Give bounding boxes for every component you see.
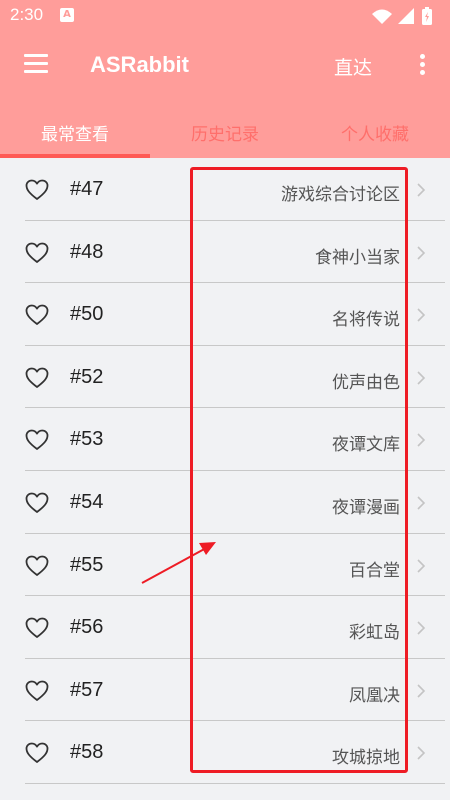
chevron-right-icon xyxy=(416,745,426,761)
vertical-dots-icon[interactable] xyxy=(410,50,434,80)
signal-icon xyxy=(372,9,392,24)
tab-history[interactable]: 历史记录 xyxy=(150,120,300,145)
status-bar: 2:30 A xyxy=(0,0,450,32)
chevron-right-icon xyxy=(416,558,426,574)
item-number: #47 xyxy=(70,178,104,200)
heart-outline-icon[interactable] xyxy=(25,179,49,201)
item-number: #57 xyxy=(70,678,104,701)
item-number: #56 xyxy=(70,616,104,639)
item-number: #50 xyxy=(70,303,104,326)
list-item[interactable]: #54 夜谭漫画 xyxy=(0,471,450,534)
heart-outline-icon[interactable] xyxy=(25,367,49,389)
item-number: #58 xyxy=(70,741,104,764)
chevron-right-icon xyxy=(416,307,426,323)
chevron-right-icon xyxy=(416,370,426,386)
list-item[interactable]: #55 百合堂 xyxy=(0,534,450,597)
list-item[interactable]: #56 彩虹岛 xyxy=(0,596,450,659)
heart-outline-icon[interactable] xyxy=(25,680,49,702)
direct-button[interactable]: 直达 xyxy=(334,53,372,80)
item-number: #52 xyxy=(70,365,104,388)
list-item[interactable]: #48 食神小当家 xyxy=(0,221,450,284)
heart-outline-icon[interactable] xyxy=(25,742,49,764)
app-title: ASRabbit xyxy=(90,52,189,77)
tab-favorites[interactable]: 个人收藏 xyxy=(300,120,450,145)
status-time: 2:30 xyxy=(10,5,44,24)
list-item[interactable]: #47 游戏综合讨论区 xyxy=(0,158,450,221)
heart-outline-icon[interactable] xyxy=(25,429,49,451)
item-forum-name: 优声由色 xyxy=(332,372,400,393)
item-forum-name: 夜谭漫画 xyxy=(332,497,400,518)
item-number: #53 xyxy=(70,428,104,451)
item-forum-name: 百合堂 xyxy=(349,560,400,581)
list-item[interactable]: #53 夜谭文库 xyxy=(0,408,450,471)
item-forum-name: 名将传说 xyxy=(332,310,400,331)
chevron-right-icon xyxy=(416,620,426,636)
status-icons xyxy=(372,7,432,25)
list-item[interactable]: #50 名将传说 xyxy=(0,283,450,346)
cellular-icon xyxy=(398,8,414,24)
item-forum-name: 彩虹岛 xyxy=(349,623,400,644)
item-number: #48 xyxy=(70,240,104,263)
chevron-right-icon xyxy=(416,683,426,699)
item-number: #55 xyxy=(70,553,104,576)
chevron-right-icon xyxy=(416,182,426,198)
list-item[interactable]: #58 攻城掠地 xyxy=(0,721,450,784)
list-item[interactable]: #57 凤凰决 xyxy=(0,659,450,722)
list-item[interactable]: #52 优声由色 xyxy=(0,346,450,409)
heart-outline-icon[interactable] xyxy=(25,555,49,577)
item-forum-name: 游戏综合讨论区 xyxy=(281,185,400,205)
heart-outline-icon[interactable] xyxy=(25,304,49,326)
row-divider xyxy=(25,782,445,784)
tab-bar: 最常查看 历史记录 个人收藏 xyxy=(0,102,450,158)
item-forum-name: 凤凰决 xyxy=(349,685,400,706)
battery-icon xyxy=(422,7,432,25)
hamburger-menu-icon[interactable] xyxy=(24,54,48,74)
app-bar: ASRabbit 直达 xyxy=(0,32,450,102)
heart-outline-icon[interactable] xyxy=(25,617,49,639)
chevron-right-icon xyxy=(416,495,426,511)
item-number: #54 xyxy=(70,490,104,513)
heart-outline-icon[interactable] xyxy=(25,492,49,514)
chevron-right-icon xyxy=(416,245,426,261)
chevron-right-icon xyxy=(416,432,426,448)
notification-app-icon: A xyxy=(60,8,74,22)
item-forum-name: 攻城掠地 xyxy=(332,748,400,769)
forum-list: #47 游戏综合讨论区 #48 食神小当家 #50 名将传说 #52 优声由色 #53 夜谭文库 #… xyxy=(0,158,450,784)
heart-outline-icon[interactable] xyxy=(25,242,49,264)
item-forum-name: 食神小当家 xyxy=(315,247,400,268)
tab-most-viewed[interactable]: 最常查看 xyxy=(0,120,150,145)
item-forum-name: 夜谭文库 xyxy=(332,435,400,456)
